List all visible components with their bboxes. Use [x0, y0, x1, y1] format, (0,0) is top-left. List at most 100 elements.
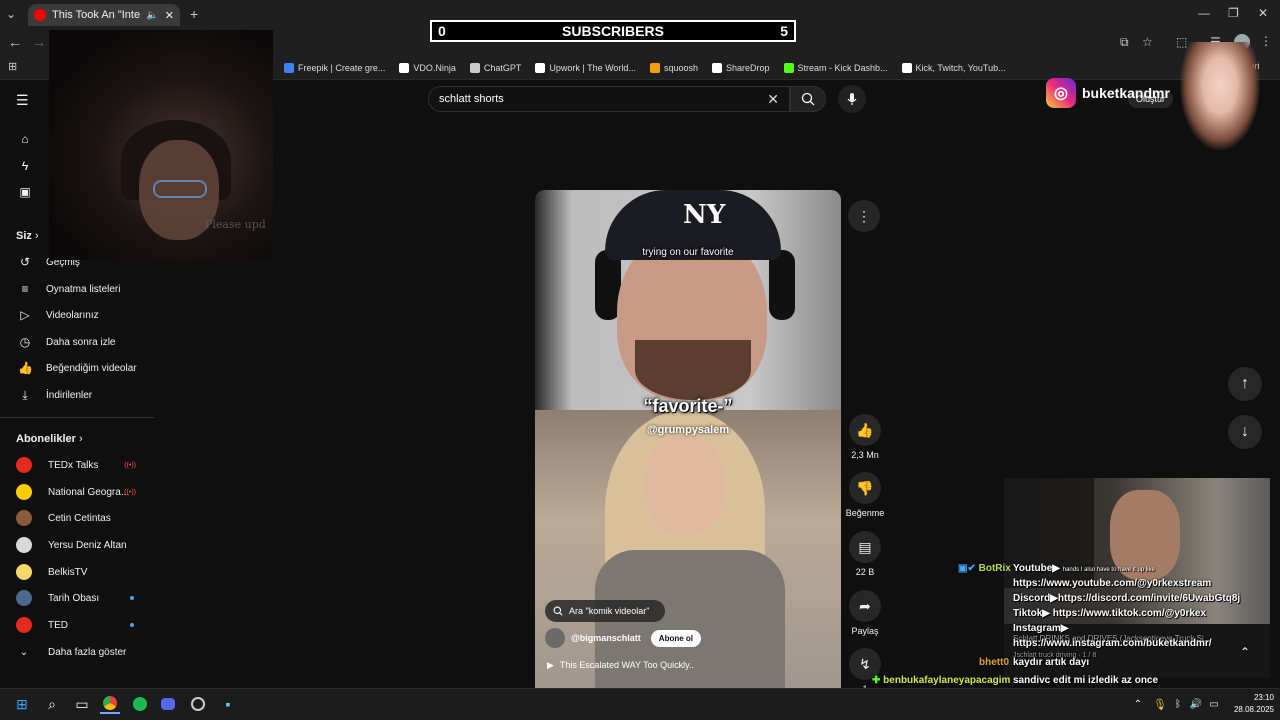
subscription-tarih-obasi[interactable]: Tarih Obası [0, 585, 154, 611]
like-button[interactable]: 👍 2,3 Mn [848, 414, 882, 460]
bookmark-multistream[interactable]: Kick, Twitch, YouTub... [901, 62, 1006, 73]
subscription-belkistv[interactable]: BelkisTV [0, 559, 154, 585]
channel-name[interactable]: @bigmanschlatt [571, 633, 641, 643]
like-count: 2,3 Mn [851, 450, 879, 460]
voice-search-button[interactable] [838, 85, 866, 113]
subscriptions-label: Abonelikler [16, 433, 76, 445]
tab-search-icon[interactable]: ⌄ [6, 7, 16, 21]
live-icon: ((•)) [124, 461, 136, 469]
restore-icon[interactable]: ❐ [1228, 6, 1239, 20]
discord-icon[interactable] [158, 694, 178, 714]
dislike-button[interactable]: 👎 Beğenme [844, 472, 886, 518]
chrome-icon[interactable] [100, 694, 120, 714]
task-view-icon[interactable]: ▭ [72, 694, 92, 714]
show-more-button[interactable]: ⌄ Daha fazla göster [0, 639, 154, 665]
short-title[interactable]: ▶ This Escalated WAY Too Quickly.. [547, 660, 694, 671]
sidebar-item-downloads[interactable]: ⤓ İndirilenler [0, 382, 154, 408]
short-video-player[interactable]: NY trying on our favorite “favorite-” @g… [535, 190, 841, 688]
social-text: Youtube▶ [1013, 563, 1060, 574]
sidebar-item-watch-later[interactable]: ◷ Daha sonra izle [0, 329, 154, 355]
clear-search-icon[interactable]: ✕ [767, 91, 779, 108]
sidebar-item-label: Beğendiğim videolar [46, 362, 137, 374]
subscription-cetin-cetintas[interactable]: Cetin Cetintas [0, 505, 154, 531]
tab-title: This Took An "Interesting" T [52, 9, 141, 21]
tray-chevron-icon[interactable]: ⌃ [1128, 694, 1148, 714]
window-close-icon[interactable]: ✕ [1258, 6, 1268, 20]
bluetooth-icon[interactable]: ᛒ [1168, 694, 1188, 714]
bookmark-label: ChatGPT [483, 62, 522, 73]
bookmark-star-icon[interactable]: ☆ [1142, 35, 1153, 49]
chevron-up-icon[interactable]: ⌃ [1240, 645, 1250, 659]
bookmark-label: Stream - Kick Dashb... [797, 62, 888, 73]
sidebar-item-your-videos[interactable]: ▷ Videolarınız [0, 302, 154, 328]
avatar [16, 537, 32, 553]
back-icon[interactable]: ← [8, 34, 22, 50]
subscriber-counter-overlay: 0 SUBSCRIBERS 5 [430, 20, 796, 42]
previous-short-button[interactable]: ↑ [1228, 367, 1262, 401]
bookmark-upwork[interactable]: Upwork | The World... [535, 62, 636, 73]
streamer-webcam-overlay: Please upd [49, 30, 273, 260]
bookmark-label: squoosh [663, 62, 698, 73]
search-input[interactable]: schlatt shorts ✕ [428, 86, 790, 112]
bookmark-vdo-ninja[interactable]: VDO.Ninja [399, 62, 456, 73]
sidebar-item-liked-videos[interactable]: 👍 Beğendiğim videolar [0, 355, 154, 381]
new-tab-icon[interactable]: + [190, 6, 198, 22]
windows-start-icon[interactable]: ⊞ [12, 694, 32, 714]
comments-button[interactable]: ▤ 22 B [848, 531, 882, 577]
your-videos-icon: ▷ [20, 308, 30, 322]
bookmark-freepik[interactable]: Freepik | Create gre... [284, 62, 385, 73]
bookmark-sharedrop[interactable]: ShareDrop [711, 62, 770, 73]
subscription-label: TEDx Talks [48, 459, 99, 471]
bookmark-chatgpt[interactable]: ChatGPT [469, 62, 522, 73]
search-taskbar-icon[interactable]: ⌕ [42, 694, 62, 714]
system-clock[interactable]: 23:10 28.08.2025 [1222, 692, 1274, 716]
bookmark-squoosh[interactable]: squoosh [649, 62, 698, 73]
minimize-icon[interactable]: — [1198, 6, 1210, 20]
bookmark-vdo-icon [399, 62, 410, 73]
terminal-icon[interactable]: ▪ [218, 694, 238, 714]
chat-username-label: bhett0 [979, 657, 1009, 668]
tab-close-icon[interactable]: ✕ [165, 9, 174, 22]
tab-mute-icon[interactable]: 🔈 [146, 10, 158, 21]
subscription-ted[interactable]: TED [0, 612, 154, 638]
mic-tray-icon[interactable]: 🎙 [1150, 694, 1170, 714]
volume-icon[interactable]: 🔊 [1186, 694, 1206, 714]
more-options-button[interactable]: ⋮ [848, 200, 880, 232]
browser-tab[interactable]: This Took An "Interesting" T 🔈 ✕ [28, 4, 180, 26]
cast-icon[interactable]: ⧉ [1120, 35, 1129, 50]
history-icon: ↺ [19, 255, 31, 269]
spotify-icon[interactable] [130, 694, 150, 714]
sidebar-item-playlists[interactable]: ≡ Oynatma listeleri [0, 276, 154, 302]
suggested-search-chip[interactable]: Ara "komik videolar" [545, 600, 665, 622]
subscribe-button[interactable]: Abone ol [650, 629, 702, 647]
battery-icon[interactable]: ▭ [1204, 694, 1224, 714]
new-content-dot [130, 623, 134, 627]
obs-icon[interactable] [188, 694, 208, 714]
search-query: schlatt shorts [439, 93, 504, 105]
apps-grid-icon[interactable]: ⊞ [8, 60, 17, 73]
subscription-national-geographic[interactable]: National Geogra... ((•)) [0, 479, 154, 505]
subscription-yersu-deniz-altan[interactable]: Yersu Deniz Altan [0, 532, 154, 558]
playlist-icon: ≡ [21, 282, 29, 296]
live-icon: ((•)) [124, 488, 136, 496]
instagram-icon: ◎ [1046, 78, 1076, 108]
social-line-discord: Discord▶https://discord.com/invite/6Uwab… [1013, 593, 1241, 604]
forward-icon[interactable]: → [32, 34, 46, 50]
you-label: Siz [16, 230, 32, 242]
subscription-tedx-talks[interactable]: TEDx Talks ((•)) [0, 452, 154, 478]
search-button[interactable] [790, 86, 826, 112]
you-section-header[interactable]: Siz › [16, 230, 39, 242]
bookmark-kick-dashboard[interactable]: Stream - Kick Dashb... [783, 62, 888, 73]
subscription-label: Tarih Obası [48, 592, 100, 604]
next-short-button[interactable]: ↓ [1228, 415, 1262, 449]
instagram-handle: buketkandmr [1082, 85, 1170, 101]
botrix-username: ▣✔ BotRix [958, 563, 1011, 574]
chevron-right-icon: › [34, 230, 39, 242]
browser-menu-icon[interactable]: ⋮ [1260, 34, 1272, 48]
bookmark-label: Kick, Twitch, YouTub... [915, 62, 1006, 73]
share-button[interactable]: ➦ Paylaş [848, 590, 882, 636]
download-icon: ⤓ [22, 387, 28, 402]
subscriptions-section-header[interactable]: Abonelikler › [16, 433, 83, 445]
video-caption-handle: @grumpysalem [646, 424, 730, 436]
avatar[interactable] [545, 628, 565, 648]
